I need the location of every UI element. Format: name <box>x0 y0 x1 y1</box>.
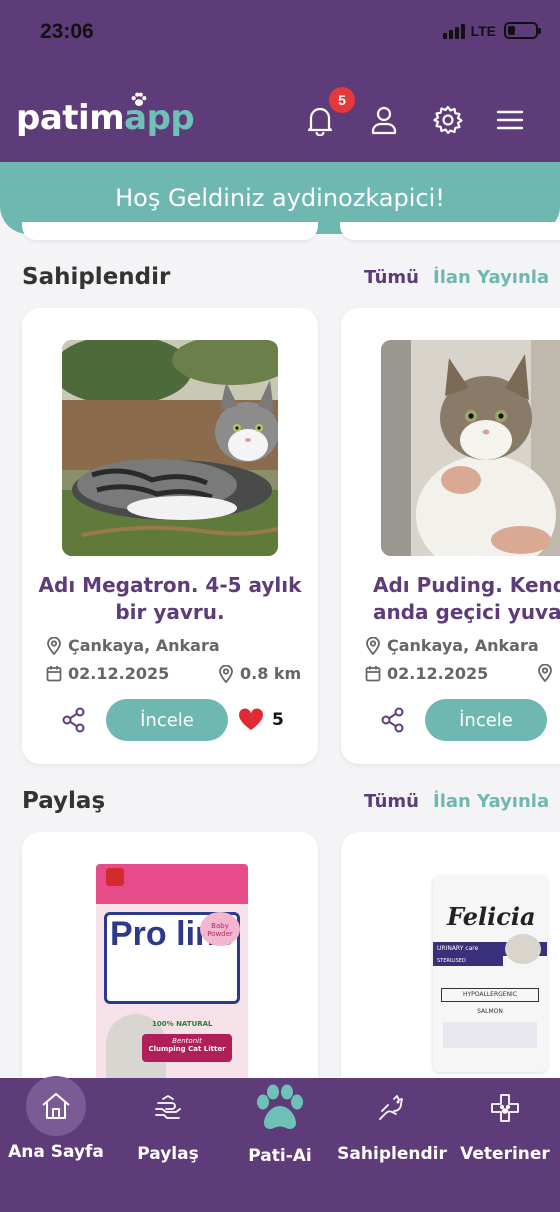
adopt-card[interactable]: Adı Puding. Kendis anda geçici yuva Çank… <box>341 308 560 764</box>
card-location: Çankaya, Ankara <box>46 636 220 655</box>
share-icon[interactable] <box>60 706 88 734</box>
notification-badge: 5 <box>329 87 355 113</box>
logo-paw-icon <box>131 92 147 107</box>
adopt-pet-icon <box>364 1080 420 1136</box>
share-section-title: Paylaş <box>22 788 106 814</box>
nav-adopt[interactable]: Sahiplendir <box>337 1078 447 1164</box>
location-pin-icon <box>47 636 61 655</box>
nav-home[interactable]: Ana Sayfa <box>8 1076 104 1162</box>
nav-pati-ai[interactable]: Pati-Ai <box>240 1078 320 1166</box>
vet-cross-icon <box>477 1080 533 1136</box>
status-indicators: LTE <box>442 22 541 39</box>
battery-icon <box>504 22 541 39</box>
nav-vet[interactable]: Veteriner <box>460 1078 550 1164</box>
app-logo: patimapp <box>16 92 195 138</box>
hamburger-menu-icon <box>496 110 524 130</box>
menu-button[interactable] <box>492 102 528 138</box>
product-sterilised: STERILISED <box>433 956 503 966</box>
calendar-icon <box>365 666 381 682</box>
network-type: LTE <box>470 22 496 39</box>
settings-button[interactable] <box>430 102 466 138</box>
product-flavor: SALMON <box>477 1008 503 1015</box>
product-label: Bentonit Clumping Cat Litter <box>142 1034 232 1062</box>
product-natural-label: 100% NATURAL <box>152 1020 213 1028</box>
adopt-section-title: Sahiplendir <box>22 264 171 290</box>
share-all-link[interactable]: Tümü <box>364 791 419 812</box>
product-image: Felicia URINARY care STERILISED HYPOALLE… <box>433 876 547 1072</box>
card-date: 02.12.2025 <box>365 664 488 683</box>
share-card[interactable]: Felicia URINARY care STERILISED HYPOALLE… <box>341 832 560 1092</box>
location-pin-icon <box>219 664 233 683</box>
card-location: Çankaya, Ankara <box>365 636 539 655</box>
calendar-icon <box>46 666 62 682</box>
location-pin-icon <box>366 636 380 655</box>
bottom-navigation: Ana Sayfa Paylaş Pati-Ai Sahiplendir Vet… <box>0 1076 560 1212</box>
product-badge: Baby Powder <box>200 912 240 946</box>
app-header: 23:06 LTE patimapp 5 <box>0 0 560 162</box>
nav-share[interactable]: Paylaş <box>128 1078 208 1164</box>
product-hypoallergenic: HYPOALLERGENIC <box>441 988 539 1002</box>
like-counter[interactable]: 5 <box>238 708 284 731</box>
profile-button[interactable] <box>366 102 402 138</box>
adopt-card[interactable]: Adı Megatron. 4-5 aylık bir yavru. Çanka… <box>22 308 318 764</box>
home-icon <box>26 1076 86 1136</box>
product-image: Pro line Baby Powder 100% NATURAL Benton… <box>96 864 248 1092</box>
adopt-all-link[interactable]: Tümü <box>364 267 419 288</box>
details-button[interactable]: İncele <box>106 699 228 741</box>
status-time: 23:06 <box>40 20 94 43</box>
paw-icon <box>252 1080 308 1136</box>
card-title: Adı Megatron. 4-5 aylık bir yavru. <box>38 573 302 624</box>
user-icon <box>371 106 397 135</box>
location-pin-icon <box>538 664 552 682</box>
card-distance: 0.8 km <box>218 664 301 683</box>
share-hands-icon <box>140 1080 196 1136</box>
card-title: Adı Puding. Kendis anda geçici yuva <box>373 573 560 624</box>
product-brand: Felicia <box>447 902 536 931</box>
card-date: 02.12.2025 <box>46 664 169 683</box>
share-icon[interactable] <box>379 706 407 734</box>
previous-section-cards <box>0 222 560 242</box>
details-button[interactable]: İncele <box>425 699 547 741</box>
share-publish-link[interactable]: İlan Yayınla <box>433 791 549 812</box>
bell-icon <box>307 107 333 136</box>
signal-icon <box>442 23 465 39</box>
heart-icon <box>238 708 264 730</box>
pet-photo <box>381 340 560 556</box>
share-card[interactable]: Pro line Baby Powder 100% NATURAL Benton… <box>22 832 318 1092</box>
pet-photo <box>62 340 278 556</box>
adopt-publish-link[interactable]: İlan Yayınla <box>433 267 549 288</box>
gear-icon <box>433 105 463 135</box>
